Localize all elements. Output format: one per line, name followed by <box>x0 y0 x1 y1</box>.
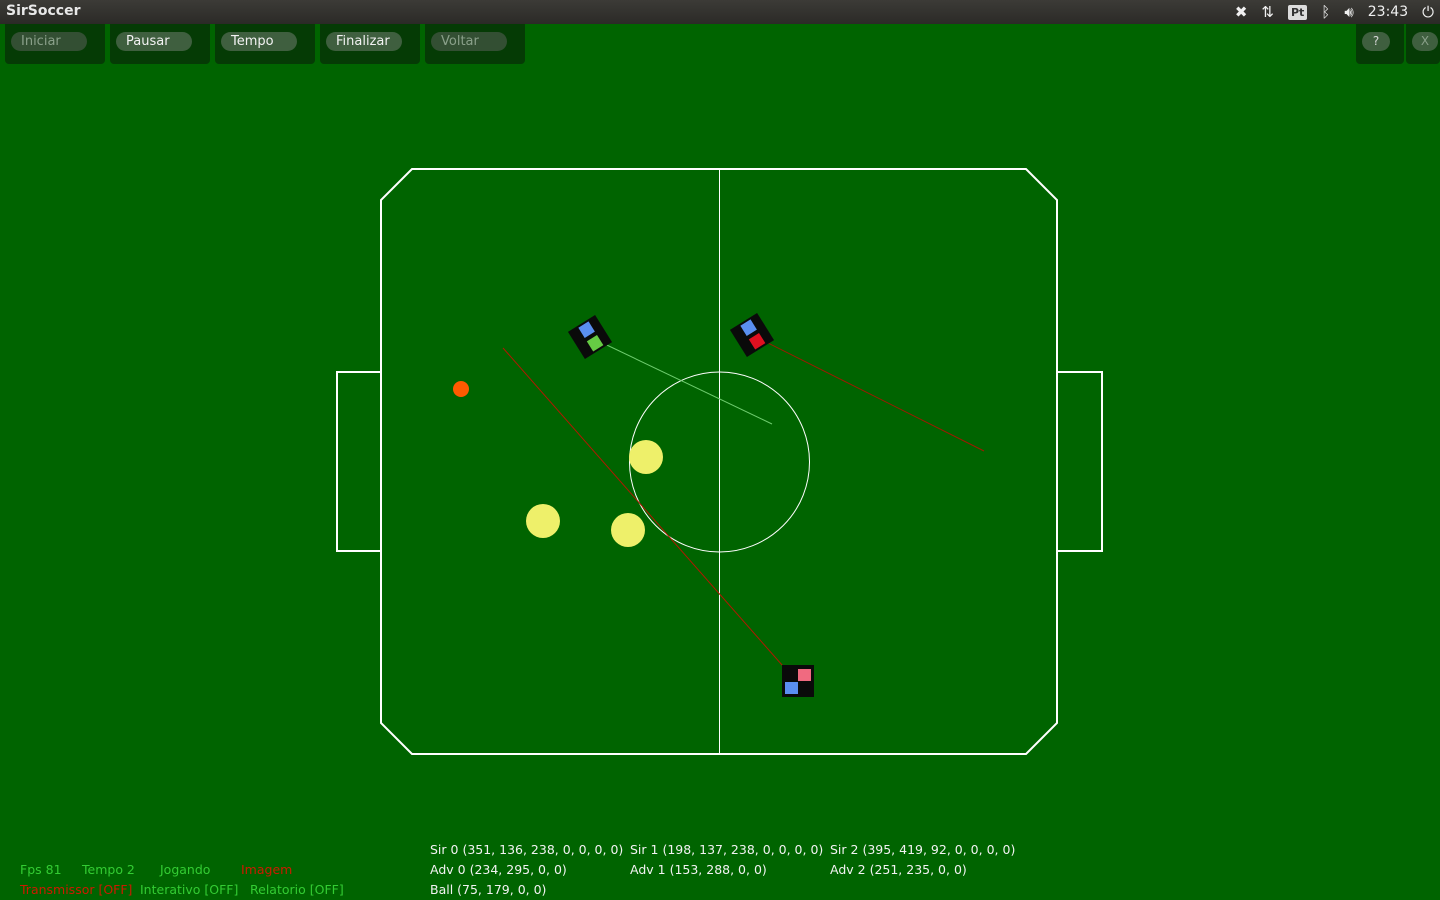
soccer-field[interactable] <box>0 0 1440 900</box>
robot-telemetry: Sir 1 (198, 137, 238, 0, 0, 0, 0) <box>630 842 824 857</box>
team-robot <box>729 312 775 358</box>
image-toggle[interactable]: Imagem <box>241 862 292 877</box>
opponent-robot <box>611 513 645 547</box>
interactive-toggle[interactable]: Interativo [OFF] <box>140 882 238 897</box>
report-toggle[interactable]: Relatorio [OFF] <box>250 882 344 897</box>
ball <box>453 381 469 397</box>
fps-indicator: Fps 81 <box>20 862 62 877</box>
game-state-indicator: Jogando <box>160 862 211 877</box>
opponent-telemetry: Adv 2 (251, 235, 0, 0) <box>830 862 967 877</box>
transmitter-toggle[interactable]: Transmissor [OFF] <box>20 882 132 897</box>
robot-target-line <box>751 334 985 452</box>
tempo-indicator: Tempo 2 <box>82 862 135 877</box>
team-robot <box>567 314 613 360</box>
right-goal <box>1056 371 1103 552</box>
left-goal <box>336 371 382 552</box>
robot-telemetry: Sir 2 (395, 419, 92, 0, 0, 0, 0) <box>830 842 1016 857</box>
team-robot <box>782 665 814 697</box>
robot-telemetry: Sir 0 (351, 136, 238, 0, 0, 0, 0) <box>430 842 624 857</box>
opponent-telemetry: Adv 0 (234, 295, 0, 0) <box>430 862 567 877</box>
opponent-telemetry: Adv 1 (153, 288, 0, 0) <box>630 862 767 877</box>
ball-telemetry: Ball (75, 179, 0, 0) <box>430 882 547 897</box>
opponent-robot <box>629 440 663 474</box>
opponent-robot <box>526 504 560 538</box>
